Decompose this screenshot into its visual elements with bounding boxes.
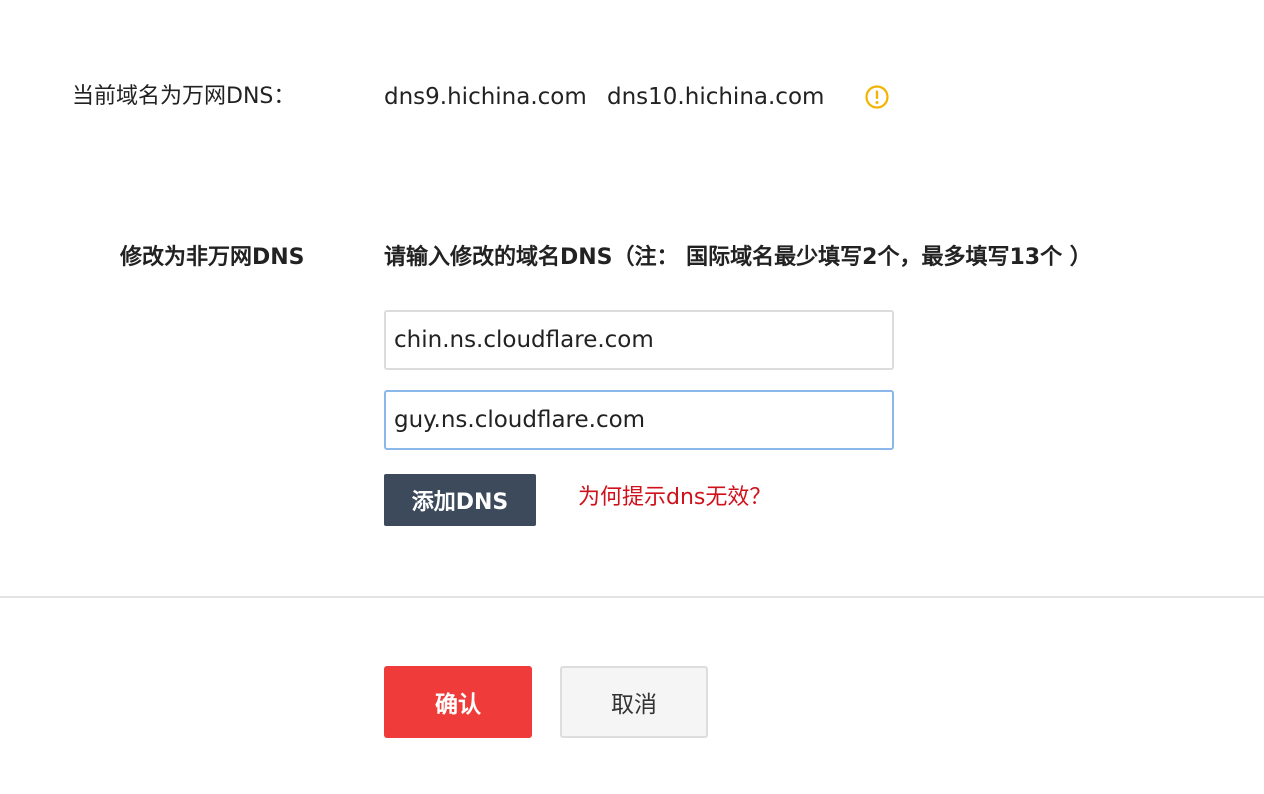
modify-dns-label: 修改为非万网DNS	[120, 245, 305, 270]
dns-input-1[interactable]	[384, 310, 894, 370]
cancel-button[interactable]: 取消	[560, 666, 708, 738]
add-dns-button[interactable]: 添加DNS	[384, 474, 536, 526]
exclamation-circle-icon[interactable]	[864, 84, 890, 110]
dns-input-2[interactable]	[384, 390, 894, 450]
divider	[0, 596, 1264, 598]
dns-invalid-help-link[interactable]: 为何提示dns无效？	[578, 482, 771, 514]
dns-input-hint: 请输入修改的域名DNS（注： 国际域名最少填写2个，最多填写13个 ）	[384, 245, 1092, 270]
confirm-button[interactable]: 确认	[384, 666, 532, 738]
current-dns-server-2: dns10.hichina.com	[607, 84, 825, 110]
current-dns-server-1: dns9.hichina.com	[384, 84, 587, 110]
current-dns-label: 当前域名为万网DNS：	[72, 84, 296, 109]
